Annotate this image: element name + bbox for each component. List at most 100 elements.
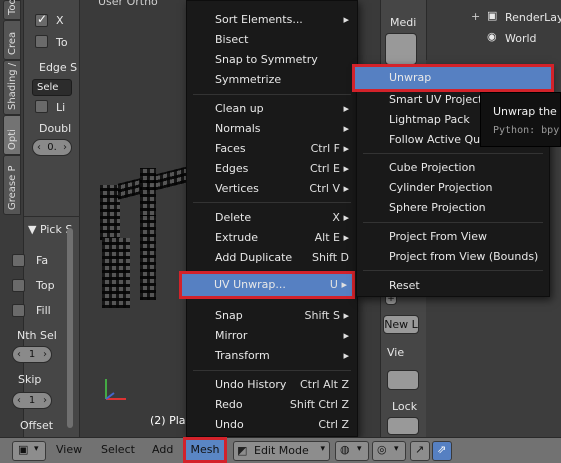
menu-item-reset[interactable]: Reset bbox=[357, 276, 549, 296]
manipulator-button[interactable]: ↗ bbox=[410, 441, 430, 461]
topology-checkbox[interactable] bbox=[35, 35, 48, 48]
menu-select[interactable]: Select bbox=[101, 443, 135, 456]
menu-item-mirror[interactable]: Mirror ▸ bbox=[187, 326, 357, 346]
menu-separator bbox=[363, 222, 543, 223]
axis-gizmo bbox=[100, 375, 130, 405]
chevron-down-icon: ▾ bbox=[357, 444, 362, 454]
mesh-wireframe bbox=[102, 238, 130, 308]
menu-item-extrude[interactable]: Extrude Alt E ▸ bbox=[187, 228, 357, 248]
mesh-wireframe bbox=[140, 168, 156, 218]
pivot-icon: ◎ bbox=[377, 443, 387, 456]
fill-region-label: Fill bbox=[36, 304, 51, 317]
topology-distance-label: Top bbox=[36, 279, 55, 292]
toolshelf-tabs: Too Crea Shading / Opti Grease P bbox=[0, 0, 24, 437]
x-mirror-checkbox[interactable] bbox=[35, 12, 48, 27]
menu-item-bisect[interactable]: Bisect bbox=[187, 30, 357, 50]
menu-view[interactable]: View bbox=[56, 443, 82, 456]
sphere-icon: ◍ bbox=[340, 443, 350, 456]
viewport-view-label: User Ortho bbox=[98, 0, 158, 8]
median-field[interactable] bbox=[385, 33, 417, 65]
menu-separator bbox=[363, 153, 543, 154]
pivot-button[interactable]: ◎ ▾ bbox=[372, 441, 406, 461]
3d-view-header: ▣ ▾ View Select Add ◩ Edit Mode ▾ ◍ ▾ ◎ ▾ ↗… bbox=[0, 437, 561, 463]
x-mirror-label: X bbox=[56, 14, 64, 27]
tab-create[interactable]: Crea bbox=[3, 20, 21, 60]
pick-shortest-header[interactable]: ▼ Pick S bbox=[28, 223, 72, 236]
edge-select-dropdown[interactable]: Sele bbox=[32, 79, 72, 96]
live-unwrap-label: Li bbox=[56, 101, 66, 114]
menu-item-normals[interactable]: Normals ▸ bbox=[187, 119, 357, 139]
tooltip: Unwrap the m Python: bpy. bbox=[480, 92, 561, 147]
menu-separator bbox=[193, 271, 351, 272]
new-layer-button[interactable]: New L bbox=[383, 315, 419, 334]
expand-icon[interactable]: + bbox=[471, 10, 480, 23]
menu-item-undo-history[interactable]: Undo History Ctrl Alt Z bbox=[187, 375, 357, 395]
chevron-down-icon: ▾ bbox=[320, 444, 325, 454]
menu-item-add-duplicate[interactable]: Add Duplicate Shift D bbox=[187, 248, 357, 268]
skip-label: Skip bbox=[18, 373, 42, 386]
tab-grease-pencil[interactable]: Grease P bbox=[3, 155, 21, 215]
topology-distance-checkbox[interactable] bbox=[12, 279, 25, 292]
tab-shading[interactable]: Shading / bbox=[3, 60, 21, 115]
menu-item-uv-unwrap[interactable]: UV Unwrap... U ▸ bbox=[179, 271, 355, 299]
menu-separator bbox=[193, 370, 351, 371]
menu-item-clean-up[interactable]: Clean up ▸ bbox=[187, 99, 357, 119]
fill-region-checkbox[interactable] bbox=[12, 304, 25, 317]
viewport-shading-button[interactable]: ◍ ▾ bbox=[335, 441, 369, 461]
editor-type-button[interactable]: ▣ ▾ bbox=[12, 441, 46, 461]
face-stepping-checkbox[interactable] bbox=[12, 254, 25, 267]
divider bbox=[24, 216, 80, 217]
menu-item-cube-projection[interactable]: Cube Projection bbox=[357, 158, 549, 178]
edge-select-label: Edge S bbox=[39, 61, 78, 74]
face-stepping-label: Fa bbox=[36, 254, 49, 267]
menu-item-snap-to-symmetry[interactable]: Snap to Symmetry bbox=[187, 50, 357, 70]
median-label: Medi bbox=[390, 16, 417, 29]
menu-item-sort-elements[interactable]: Sort Elements... ▸ bbox=[187, 10, 357, 30]
menu-item-unwrap[interactable]: Unwrap bbox=[352, 64, 554, 92]
outliner: + ▣ RenderLaye ◉ World bbox=[426, 0, 561, 60]
view-field[interactable] bbox=[387, 370, 419, 390]
mode-dropdown[interactable]: ◩ Edit Mode ▾ bbox=[233, 441, 330, 461]
lock-label: Lock bbox=[392, 400, 418, 413]
view-panel-header[interactable]: Vie bbox=[387, 346, 404, 359]
menu-item-faces[interactable]: Faces Ctrl F ▸ bbox=[187, 139, 357, 159]
menu-item-edges[interactable]: Edges Ctrl E ▸ bbox=[187, 159, 357, 179]
nth-selection-label: Nth Sel bbox=[17, 329, 57, 342]
menu-item-project-from-view-bounds[interactable]: Project from View (Bounds) bbox=[357, 247, 549, 267]
offset-label: Offset bbox=[20, 419, 54, 432]
menu-item-project-from-view[interactable]: Project From View bbox=[357, 227, 549, 247]
tooltip-title: Unwrap the m bbox=[493, 105, 561, 118]
menu-add[interactable]: Add bbox=[152, 443, 173, 456]
tab-options[interactable]: Opti bbox=[3, 115, 21, 155]
lock-field[interactable] bbox=[387, 417, 419, 435]
translate-button[interactable]: ⇗ bbox=[432, 441, 452, 461]
arrow-icon: ⇗ bbox=[437, 443, 447, 456]
menu-item-delete[interactable]: Delete X ▸ bbox=[187, 208, 357, 228]
menu-item-snap[interactable]: Snap Shift S ▸ bbox=[187, 306, 357, 326]
mesh-menu: Sort Elements... ▸ Bisect Snap to Symmetr… bbox=[186, 0, 358, 437]
render-layers-icon: ▣ bbox=[487, 9, 498, 22]
menu-item-cylinder-projection[interactable]: Cylinder Projection bbox=[357, 178, 549, 198]
chevron-down-icon: ▾ bbox=[394, 444, 399, 454]
live-unwrap-checkbox[interactable] bbox=[35, 100, 48, 113]
cube-icon: ▣ bbox=[18, 443, 29, 456]
menu-item-vertices[interactable]: Vertices Ctrl V ▸ bbox=[187, 179, 357, 199]
render-layers-item[interactable]: RenderLaye bbox=[505, 11, 561, 24]
menu-item-transform[interactable]: Transform ▸ bbox=[187, 346, 357, 366]
tab-tools[interactable]: Too bbox=[3, 0, 21, 20]
menu-item-symmetrize[interactable]: Symmetrize bbox=[187, 70, 357, 90]
menu-item-undo[interactable]: Undo Ctrl Z bbox=[187, 415, 357, 435]
double-threshold-label: Doubl bbox=[39, 122, 72, 135]
toolshelf-scrollbar[interactable] bbox=[67, 228, 73, 428]
menu-mesh[interactable]: Mesh bbox=[183, 437, 227, 463]
world-icon: ◉ bbox=[487, 30, 497, 43]
tooltip-python: Python: bpy. bbox=[493, 125, 561, 136]
nth-selection-field[interactable]: 1 bbox=[12, 346, 52, 363]
world-item[interactable]: World bbox=[505, 32, 537, 45]
skip-field[interactable]: 1 bbox=[12, 392, 52, 409]
double-threshold-field[interactable]: 0. bbox=[32, 139, 72, 156]
menu-item-sphere-projection[interactable]: Sphere Projection bbox=[357, 198, 549, 218]
manipulator-icon: ↗ bbox=[415, 443, 425, 456]
menu-item-redo[interactable]: Redo Shift Ctrl Z bbox=[187, 395, 357, 415]
menu-separator bbox=[193, 94, 351, 95]
